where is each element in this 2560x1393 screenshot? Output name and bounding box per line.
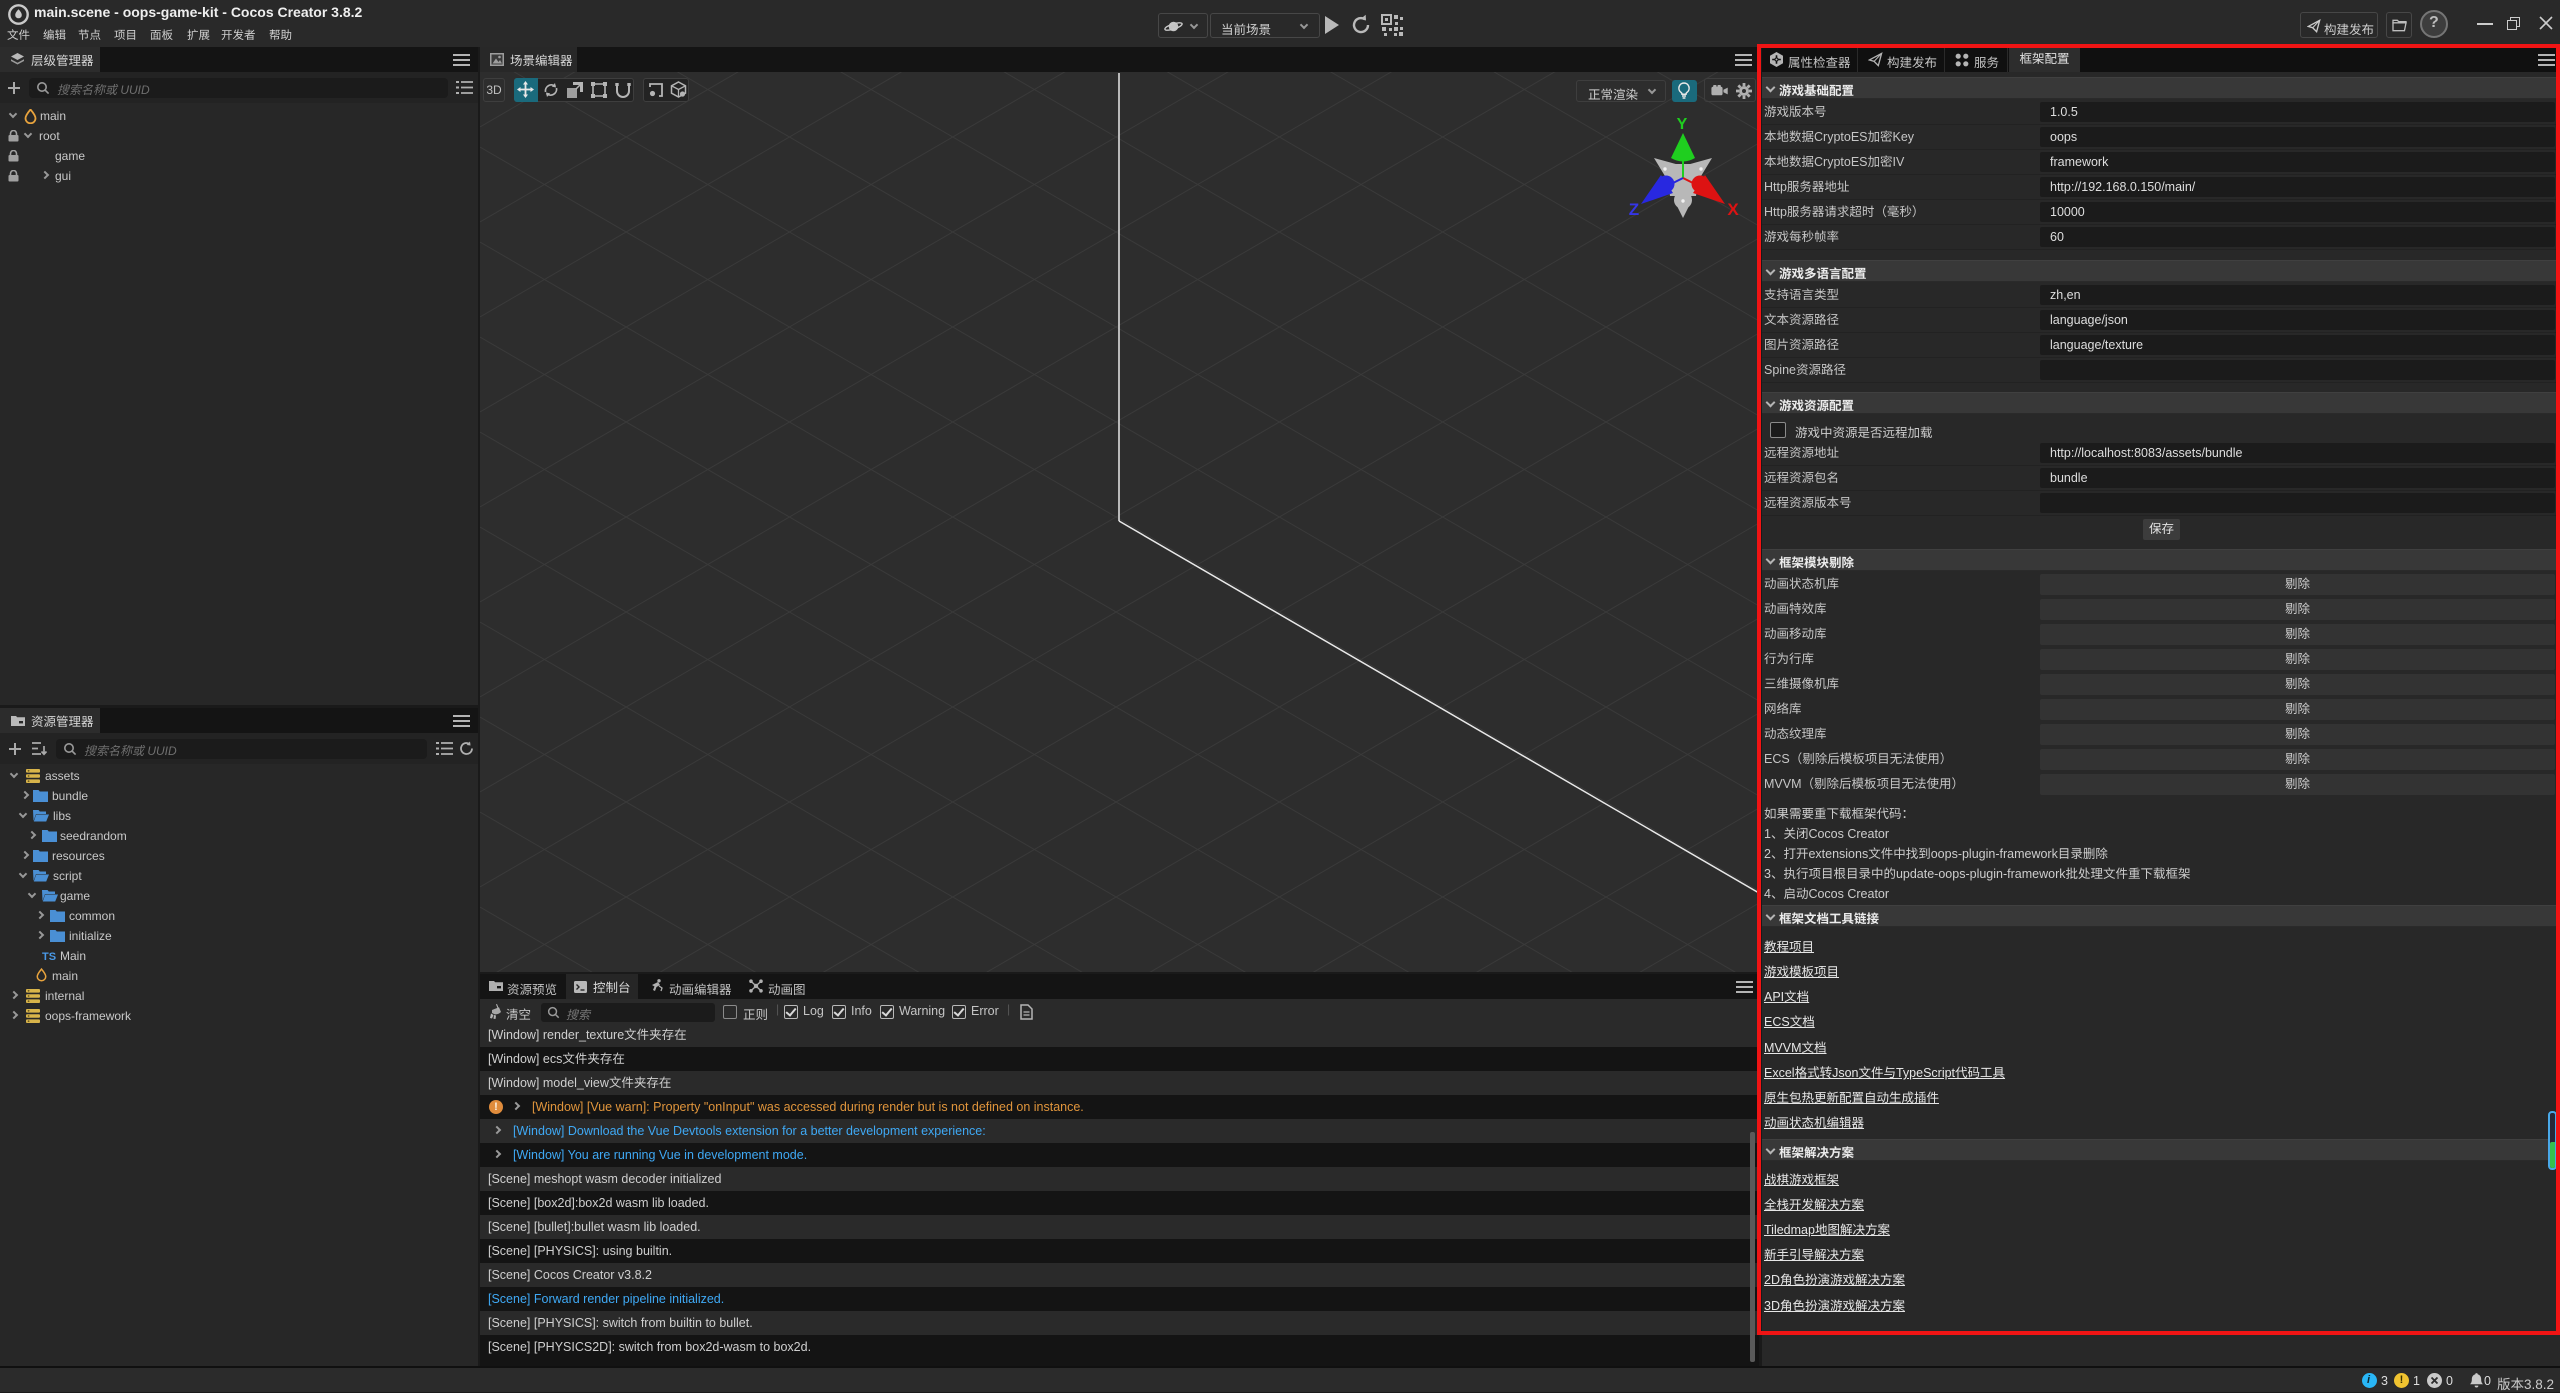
svg-text:Z: Z	[1629, 200, 1639, 219]
svg-text:X: X	[1727, 200, 1739, 219]
svg-text:Y: Y	[1677, 116, 1688, 133]
